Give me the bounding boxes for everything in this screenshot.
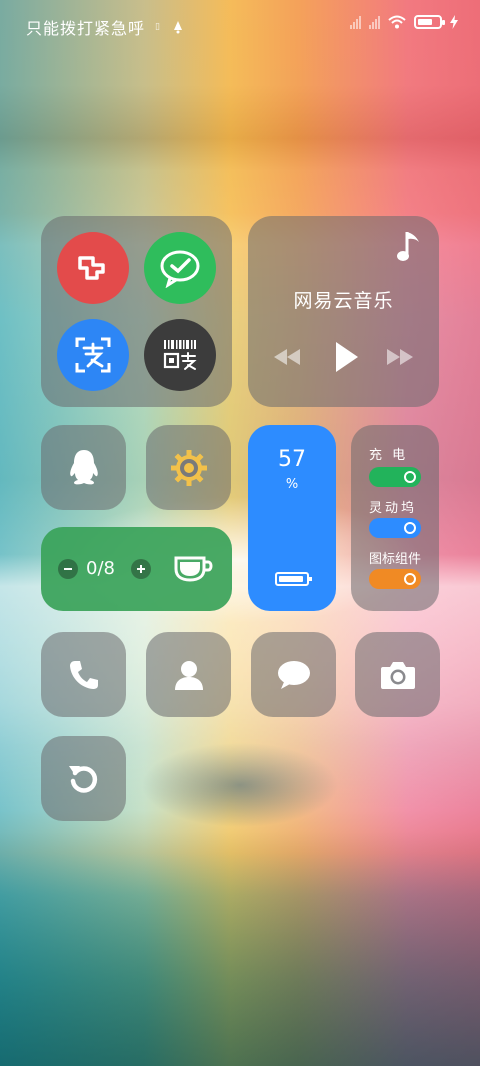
alipay-scan-icon [75,337,111,373]
wechat-icon [160,250,200,288]
music-note-icon [397,232,419,261]
plus-button[interactable] [131,559,151,579]
minus-button[interactable] [58,559,78,579]
notification-bell-icon [173,21,182,34]
water-count: 0/8 [86,558,115,579]
plus-icon [137,565,145,573]
refresh-button[interactable] [41,736,126,821]
battery-widget-icon [275,572,312,586]
sim-icon: ▯ [155,22,161,32]
dynamic-dock-toggle[interactable] [369,518,421,538]
red-app-button[interactable] [57,232,129,304]
minus-icon [64,568,72,570]
music-title: 网易云音乐 [293,290,394,312]
status-right [350,15,458,29]
refresh-icon [68,765,97,793]
alipay-pay-code-button[interactable] [144,319,216,391]
qq-penguin-icon [69,449,98,484]
next-track-icon[interactable] [385,347,415,367]
barcode-pay-icon [163,340,197,370]
carrier-text: 只能拨打紧急呼 [26,19,146,38]
status-bar: 只能拨打紧急呼 ▯ [0,0,480,50]
battery-unit: % [285,477,299,492]
status-left: 只能拨打紧急呼 ▯ [26,15,185,39]
charging-bolt-icon [450,15,458,29]
music-widget[interactable]: 网易云音乐 [248,216,439,407]
icon-widget-toggle[interactable] [369,569,421,589]
qq-button[interactable] [41,425,126,510]
play-icon[interactable] [334,340,360,374]
camera-button[interactable] [355,632,440,717]
wechat-button[interactable] [144,232,216,304]
camera-icon [380,661,415,689]
contacts-button[interactable] [146,632,231,717]
red-app-icon [78,256,105,280]
messages-icon [277,660,310,689]
wifi-icon [388,15,406,29]
cup-icon [174,556,213,582]
phone-icon [69,660,98,689]
signal-icon-1 [350,15,361,29]
toggles-widget: 充 电 灵动坞 图标组件 [351,425,439,611]
phone-button[interactable] [41,632,126,717]
charging-toggle[interactable] [369,467,421,487]
previous-track-icon[interactable] [272,347,302,367]
toggle-label-charging: 充 电 [369,448,409,463]
quick-apps-widget [41,216,232,407]
gear-icon [170,449,207,486]
contacts-icon [174,660,203,690]
toggle-label-dynamic-dock: 灵动坞 [369,501,418,516]
messages-button[interactable] [251,632,336,717]
toggle-label-icon-widget: 图标组件 [369,552,422,567]
signal-icon-2 [369,15,380,29]
settings-button[interactable] [146,425,231,510]
battery-percent: 57 [278,447,306,472]
battery-widget: 57 % [248,425,336,611]
alipay-scan-button[interactable] [57,319,129,391]
battery-icon [414,15,445,29]
water-counter-widget: 0/8 [41,527,232,611]
